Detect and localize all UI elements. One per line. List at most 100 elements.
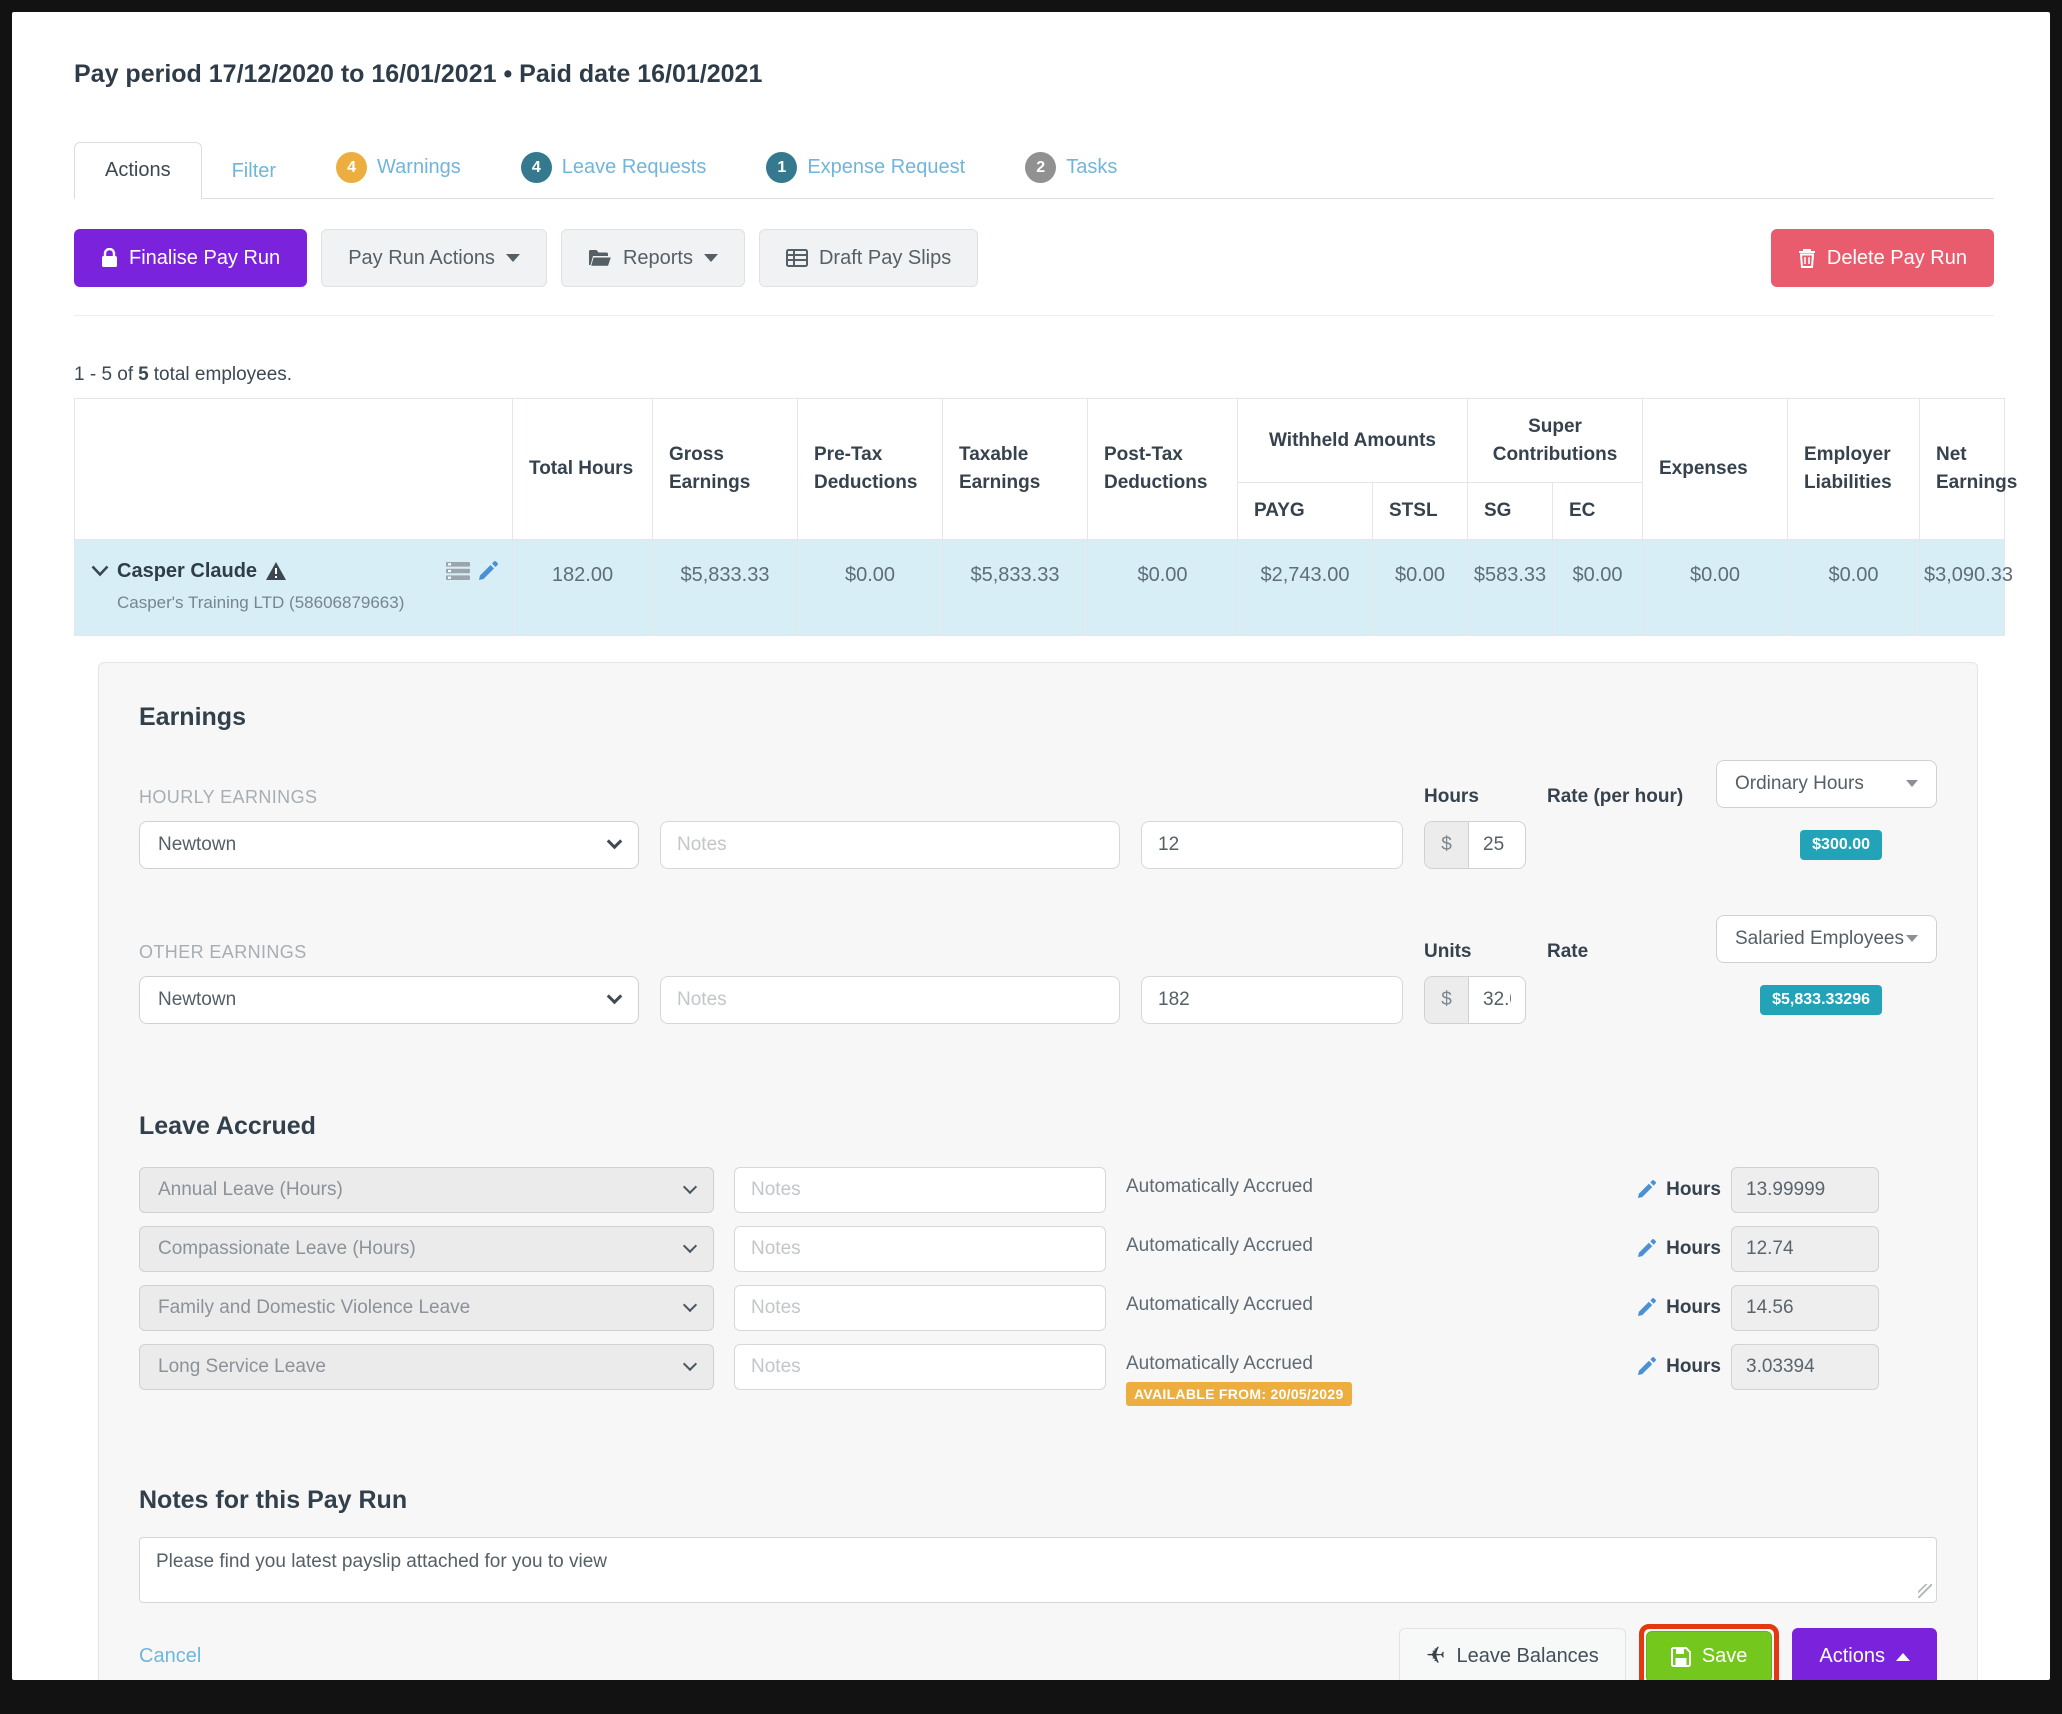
tab-actions[interactable]: Actions	[74, 142, 202, 199]
hourly-hours-input[interactable]	[1141, 821, 1403, 869]
tab-tasks[interactable]: 2 Tasks	[995, 136, 1147, 199]
other-total-badge: $5,833.33296	[1760, 985, 1882, 1015]
hourly-total-badge: $300.00	[1800, 830, 1882, 860]
reports-label: Reports	[623, 247, 693, 270]
delete-pay-run-label: Delete Pay Run	[1827, 247, 1967, 270]
leave-hours-input-compassionate[interactable]	[1731, 1226, 1879, 1272]
auto-accrued-label: Automatically Accrued	[1126, 1294, 1313, 1315]
hourly-pay-category-value: Ordinary Hours	[1735, 773, 1864, 795]
leave-notes-input-fdv[interactable]	[734, 1285, 1106, 1331]
leave-category-select-fdv[interactable]: Family and Domestic Violence Leave	[139, 1285, 714, 1331]
edit-pencil-icon[interactable]	[1637, 1180, 1656, 1199]
caret-up-icon	[1896, 1653, 1910, 1661]
other-pay-category-select[interactable]: Salaried Employees	[1716, 915, 1937, 963]
actions-label: Actions	[1819, 1645, 1885, 1668]
units-column-label: Units	[1424, 941, 1526, 963]
col-stsl: STSL	[1373, 483, 1468, 540]
employee-detail-panel: Earnings HOURLY EARNINGS Hours Rate (per…	[98, 662, 1978, 1680]
caret-down-icon	[704, 254, 718, 262]
pay-run-notes-textarea[interactable]: Please find you latest payslip attached …	[139, 1537, 1937, 1603]
leave-notes-input-annual[interactable]	[734, 1167, 1106, 1213]
leave-notes-input-compassionate[interactable]	[734, 1226, 1106, 1272]
tab-filter-label: Filter	[232, 160, 276, 183]
hourly-location-select[interactable]: Newtown	[139, 821, 639, 869]
hours-label: Hours	[1666, 1238, 1721, 1260]
draft-pay-slips-button[interactable]: Draft Pay Slips	[759, 229, 978, 287]
finalise-pay-run-button[interactable]: Finalise Pay Run	[74, 229, 307, 287]
hourly-pay-category-select[interactable]: Ordinary Hours	[1716, 760, 1937, 808]
other-pay-category-value: Salaried Employees	[1735, 928, 1904, 950]
edit-pencil-icon[interactable]	[478, 561, 498, 581]
tab-warnings-label: Warnings	[377, 156, 461, 179]
tab-bar: Actions Filter 4 Warnings 4 Leave Reques…	[74, 135, 1994, 199]
auto-accrued-label: Automatically Accrued	[1126, 1176, 1313, 1197]
tab-warnings[interactable]: 4 Warnings	[306, 136, 491, 199]
tab-filter[interactable]: Filter	[202, 144, 306, 199]
col-pre-tax: Pre-Tax Deductions	[798, 399, 943, 540]
delete-pay-run-button[interactable]: Delete Pay Run	[1771, 229, 1994, 287]
actions-button[interactable]: Actions	[1792, 1628, 1937, 1680]
plane-icon: ✈	[1426, 1645, 1445, 1668]
hourly-earnings-label: HOURLY EARNINGS	[139, 787, 1403, 808]
other-location-value: Newtown	[158, 989, 236, 1011]
cell-payg: $2,743.00	[1238, 539, 1373, 635]
col-sg: SG	[1468, 483, 1553, 540]
other-rate-input[interactable]	[1468, 976, 1526, 1024]
hours-label: Hours	[1666, 1356, 1721, 1378]
other-notes-input[interactable]	[660, 976, 1120, 1024]
employee-row[interactable]: Casper Claude	[75, 539, 2005, 635]
hourly-notes-input[interactable]	[660, 821, 1120, 869]
col-gross-earnings: Gross Earnings	[653, 399, 798, 540]
chevron-down-icon	[683, 1180, 697, 1194]
leave-category-select-compassionate[interactable]: Compassionate Leave (Hours)	[139, 1226, 714, 1272]
hourly-earnings-row: HOURLY EARNINGS Hours Rate (per hour) Or…	[139, 760, 1937, 869]
edit-pencil-icon[interactable]	[1637, 1298, 1656, 1317]
save-button[interactable]: Save	[1646, 1631, 1773, 1680]
leave-category-select-long-service[interactable]: Long Service Leave	[139, 1344, 714, 1390]
other-location-select[interactable]: Newtown	[139, 976, 639, 1024]
leave-balances-label: Leave Balances	[1456, 1645, 1598, 1668]
leave-row-annual: Annual Leave (Hours) Automatically Accru…	[139, 1167, 1937, 1213]
leave-hours-input-fdv[interactable]	[1731, 1285, 1879, 1331]
leave-category-select-annual[interactable]: Annual Leave (Hours)	[139, 1167, 714, 1213]
cancel-link[interactable]: Cancel	[139, 1645, 201, 1668]
leave-row-long-service: Long Service Leave Automatically Accrued…	[139, 1344, 1937, 1406]
hours-column-label: Hours	[1424, 786, 1526, 808]
tab-leave-requests[interactable]: 4 Leave Requests	[491, 136, 737, 199]
cell-total-hours: 182.00	[513, 539, 653, 635]
currency-prefix: $	[1424, 821, 1468, 869]
leave-accrued-rows: Annual Leave (Hours) Automatically Accru…	[139, 1167, 1937, 1406]
rate-column-label: Rate	[1547, 941, 1695, 963]
col-net-earnings: Net Earnings	[1920, 399, 2005, 540]
reports-button[interactable]: Reports	[561, 229, 745, 287]
leave-balances-button[interactable]: ✈ Leave Balances	[1399, 1628, 1626, 1680]
cell-net-earnings: $3,090.33	[1920, 539, 2005, 635]
leave-hours-input-annual[interactable]	[1731, 1167, 1879, 1213]
employee-name[interactable]: Casper Claude	[117, 560, 257, 583]
edit-pencil-icon[interactable]	[1637, 1357, 1656, 1376]
pay-run-actions-button[interactable]: Pay Run Actions	[321, 229, 547, 287]
chevron-down-icon	[683, 1239, 697, 1253]
edit-pencil-icon[interactable]	[1637, 1239, 1656, 1258]
hourly-rate-input[interactable]	[1468, 821, 1526, 869]
cell-post-tax: $0.00	[1088, 539, 1238, 635]
col-ec: EC	[1553, 483, 1643, 540]
col-taxable: Taxable Earnings	[943, 399, 1088, 540]
available-from-badge: AVAILABLE FROM: 20/05/2029	[1126, 1382, 1352, 1406]
chevron-down-icon[interactable]	[91, 565, 109, 577]
cell-gross-earnings: $5,833.33	[653, 539, 798, 635]
leave-hours-input-long-service[interactable]	[1731, 1344, 1879, 1390]
pay-run-actions-label: Pay Run Actions	[348, 247, 495, 270]
col-post-tax: Post-Tax Deductions	[1088, 399, 1238, 540]
save-highlight-ring: Save	[1639, 1624, 1780, 1680]
tab-expense-request[interactable]: 1 Expense Request	[736, 136, 995, 199]
auto-accrued-label: Automatically Accrued	[1126, 1235, 1313, 1256]
other-units-input[interactable]	[1141, 976, 1403, 1024]
chevron-down-icon	[683, 1298, 697, 1312]
leave-notes-input-long-service[interactable]	[734, 1344, 1106, 1390]
employee-count-suffix: total employees.	[154, 364, 292, 385]
hourly-location-value: Newtown	[158, 834, 236, 856]
other-earnings-label: OTHER EARNINGS	[139, 942, 1403, 963]
rate-per-hour-column-label: Rate (per hour)	[1547, 786, 1695, 808]
pay-run-inclusions-icon[interactable]	[446, 562, 470, 580]
